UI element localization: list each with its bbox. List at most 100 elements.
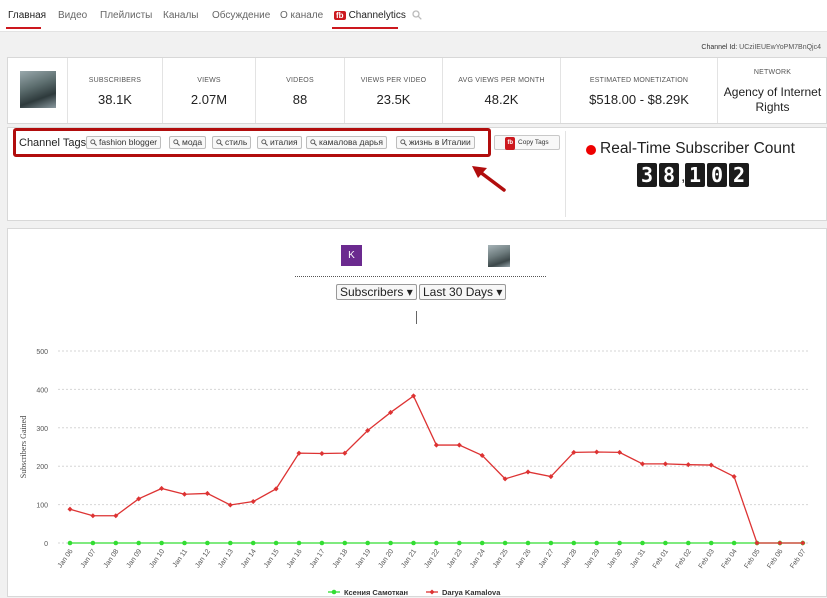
legend-label: Ксения Самоткан xyxy=(344,588,408,597)
tag-chip[interactable]: камалова дарья xyxy=(306,136,387,149)
data-point xyxy=(273,540,279,546)
x-tick-label: Jan 07 xyxy=(80,548,98,569)
x-tick-label: Jan 16 xyxy=(286,548,304,569)
data-point xyxy=(456,442,462,448)
series-line xyxy=(69,394,803,544)
counter-digit: 2 xyxy=(729,163,749,187)
data-point xyxy=(639,461,646,467)
stat-subscribers: SUBSCRIBERS 38.1K xyxy=(67,58,162,123)
compare-channel-k-avatar[interactable]: K xyxy=(341,245,362,266)
tab-videos[interactable]: Видео xyxy=(58,10,87,21)
channel-id-value[interactable]: UCziIEUEwYoPM7BnQjc4 xyxy=(739,44,821,51)
channelytics-tab-underline xyxy=(332,27,398,29)
stat-value: 48.2K xyxy=(484,92,519,107)
data-point xyxy=(754,540,760,546)
data-point xyxy=(525,540,531,546)
x-tick-label: Jan 29 xyxy=(584,548,602,569)
data-point xyxy=(205,540,210,546)
stat-value: 23.5K xyxy=(376,92,411,107)
annotation-arrow-icon xyxy=(472,166,506,192)
data-point xyxy=(502,540,508,546)
stat-views: VIEWS 2.07M xyxy=(162,58,255,123)
tag-label: италия xyxy=(270,137,298,147)
tag-chip[interactable]: италия xyxy=(257,136,302,149)
data-point xyxy=(433,442,439,448)
x-tick-label: Jan 09 xyxy=(126,548,144,569)
chart-panel: K Subscribers ▾ Last 30 Days ▾ 0 100 200 30… xyxy=(7,228,827,597)
tag-chip[interactable]: мода xyxy=(169,136,207,149)
tag-label: жизнь в Италии xyxy=(409,137,471,147)
x-tick-label: Jan 14 xyxy=(240,548,258,569)
data-point xyxy=(777,540,783,546)
data-point xyxy=(708,462,714,468)
x-tick-label: Jan 31 xyxy=(629,548,647,569)
stat-value: Agency of Internet Rights xyxy=(723,85,822,114)
stat-value: 2.07M xyxy=(190,92,228,107)
data-point xyxy=(708,540,714,546)
data-point xyxy=(67,506,73,512)
channel-avatar[interactable] xyxy=(20,71,56,108)
search-icon[interactable] xyxy=(412,10,422,20)
counter-digit: 0 xyxy=(707,163,727,187)
data-point xyxy=(548,540,554,546)
data-point xyxy=(479,540,485,546)
metric-select[interactable]: Subscribers ▾ xyxy=(336,284,417,300)
channelytics-logo: fb xyxy=(505,137,516,150)
stat-network: NETWORK Agency of Internet Rights xyxy=(717,58,827,123)
data-point xyxy=(90,540,96,546)
search-icon xyxy=(400,139,407,146)
data-point xyxy=(159,485,165,492)
stat-views-per-video: VIEWS PER VIDEO 23.5K xyxy=(344,58,442,123)
x-tick-label: Jan 13 xyxy=(217,548,235,569)
data-point xyxy=(250,498,256,505)
x-tick-label: Jan 28 xyxy=(561,548,579,569)
data-point xyxy=(296,540,302,546)
copy-tags-button[interactable]: fb Copy Tags xyxy=(494,135,560,150)
copy-tags-label: Copy Tags xyxy=(518,139,549,146)
data-point xyxy=(365,540,371,546)
data-point xyxy=(182,540,187,546)
data-point xyxy=(136,540,141,546)
x-tick-label: Feb 01 xyxy=(652,548,670,570)
tag-chip[interactable]: стиль xyxy=(212,136,252,149)
tab-about[interactable]: О канале xyxy=(280,10,323,21)
stat-value: 88 xyxy=(292,92,308,107)
data-point xyxy=(731,474,737,480)
data-point xyxy=(319,450,325,457)
stat-value: 38.1K xyxy=(98,92,132,107)
tab-playlists[interactable]: Плейлисты xyxy=(100,10,152,21)
x-tick-label: Jan 11 xyxy=(172,548,190,569)
tab-discussion[interactable]: Обсуждение xyxy=(212,10,270,21)
y-tick-label: 300 xyxy=(36,426,48,433)
stat-value: $518.00 - $8.29K xyxy=(589,92,689,107)
tag-chip[interactable]: fashion blogger xyxy=(86,136,162,149)
x-tick-label: Jan 10 xyxy=(148,548,166,569)
stat-label: VIEWS PER VIDEO xyxy=(360,77,427,84)
stat-label: ESTIMATED MONETIZATION xyxy=(589,77,689,84)
y-axis-label: Subscribers Gained xyxy=(19,416,28,478)
range-select[interactable]: Last 30 Days ▾ xyxy=(419,284,507,300)
tab-channels[interactable]: Каналы xyxy=(163,10,199,21)
legend-label: Darya Kamalova xyxy=(442,588,501,597)
search-icon xyxy=(216,139,223,146)
compare-channel-avatar[interactable] xyxy=(488,245,510,267)
realtime-subscriber-counter: 38,102 xyxy=(637,163,751,189)
data-point xyxy=(457,540,462,546)
tag-chip[interactable]: жизнь в Италии xyxy=(396,136,475,149)
data-point xyxy=(594,540,599,546)
counter-digit: 1 xyxy=(685,163,705,187)
x-tick-label: Feb 07 xyxy=(789,548,807,570)
x-tick-label: Jan 23 xyxy=(446,548,464,569)
data-point xyxy=(663,540,668,546)
live-dot-icon xyxy=(586,145,596,155)
data-point xyxy=(800,540,806,546)
stat-label: AVG VIEWS PER MONTH xyxy=(458,77,545,84)
subscribers-line-chart: 0 100 200 300 400 500 Subscribers Gained Jan 06… xyxy=(19,349,808,597)
tab-channelytics[interactable]: fb Channelytics xyxy=(334,10,406,21)
data-point xyxy=(227,502,233,508)
data-point xyxy=(159,540,164,546)
channel-tags-highlight: Channel Tags fashion blogger мода стиль … xyxy=(13,128,491,157)
y-tick-label: 400 xyxy=(36,387,48,394)
tab-home[interactable]: Главная xyxy=(8,10,46,21)
y-tick-label: 0 xyxy=(44,541,48,548)
